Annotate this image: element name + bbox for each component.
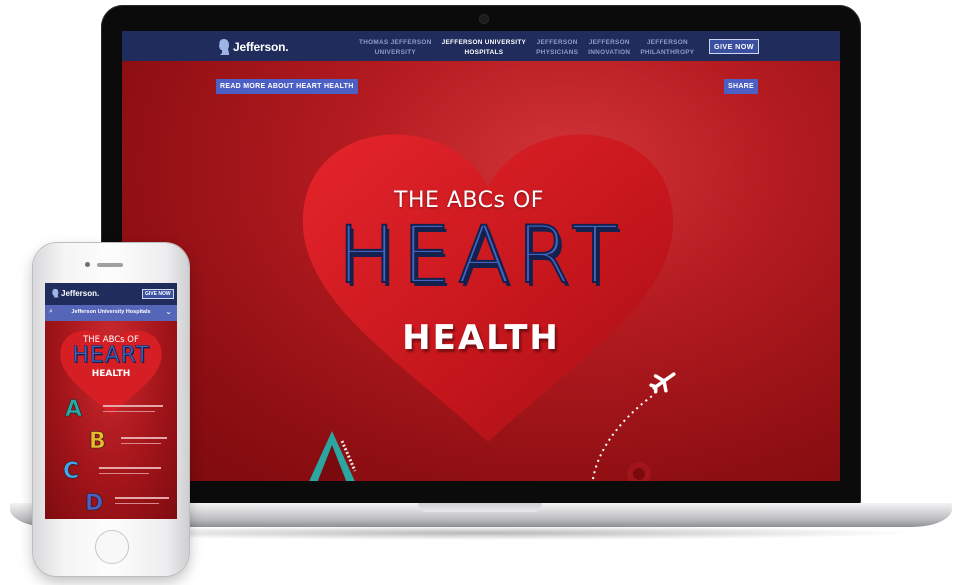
phone-jefferson-logo[interactable]: Jefferson. xyxy=(51,288,99,299)
jefferson-head-icon xyxy=(52,288,59,298)
phone-logo-text: Jefferson. xyxy=(61,289,100,298)
phone-text-line xyxy=(103,405,163,407)
phone-text-line xyxy=(115,497,169,499)
read-more-button[interactable]: READ MORE ABOUT HEART HEALTH xyxy=(216,79,358,94)
phone-title-heart: HEART xyxy=(72,343,150,369)
give-now-button[interactable]: GIVE NOW xyxy=(709,39,759,54)
phone-home-button[interactable] xyxy=(95,530,129,564)
jefferson-head-icon xyxy=(218,39,230,55)
top-navigation: Jefferson. THOMAS JEFFERSON UNIVERSITY J… xyxy=(122,31,840,61)
phone-menu-bar[interactable]: ⌕ Jefferson University Hospitals ⌄ xyxy=(45,305,177,321)
laptop-screen: Jefferson. THOMAS JEFFERSON UNIVERSITY J… xyxy=(122,31,840,481)
phone-screen: Jefferson. GIVE NOW ⌕ Jefferson Universi… xyxy=(45,283,177,519)
phone-text-line xyxy=(115,503,159,504)
airplane-icon xyxy=(591,372,676,481)
phone-text-line xyxy=(103,411,155,412)
phone-text-line xyxy=(99,473,149,474)
phone-text-line xyxy=(99,467,161,469)
nav-item-jefferson-physicians[interactable]: JEFFERSON PHYSICIANS xyxy=(536,38,578,58)
letter-a-decoration xyxy=(309,431,357,481)
phone-top-navigation: Jefferson. GIVE NOW xyxy=(45,283,177,305)
nav-item-jefferson-philanthropy[interactable]: JEFFERSON PHILANTHROPY xyxy=(640,38,694,58)
hero-title-heart: HEART xyxy=(336,210,625,302)
phone-letter-c: C xyxy=(63,459,80,485)
hero-title-health: HEALTH xyxy=(402,318,560,358)
phone-give-now-button[interactable]: GIVE NOW xyxy=(142,289,174,299)
phone-letter-b: B xyxy=(89,429,106,455)
phone-letter-a: A xyxy=(65,397,83,423)
share-button[interactable]: SHARE xyxy=(724,79,759,94)
phone-speaker xyxy=(97,263,123,267)
nav-item-jefferson-university-hospitals[interactable]: JEFFERSON UNIVERSITY HOSPITALS xyxy=(442,38,526,58)
logo-text: Jefferson. xyxy=(233,39,289,54)
phone-title-health: HEALTH xyxy=(91,369,131,379)
phone-camera xyxy=(85,262,90,267)
chevron-down-icon[interactable]: ⌄ xyxy=(165,307,172,316)
phone-letter-d: D xyxy=(85,491,104,517)
jefferson-logo[interactable]: Jefferson. xyxy=(217,38,289,55)
nav-menu: THOMAS JEFFERSON UNIVERSITY JEFFERSON UN… xyxy=(359,38,704,58)
ribbon-decoration xyxy=(627,462,651,481)
phone-text-line xyxy=(121,443,161,444)
nav-item-jefferson-innovation[interactable]: JEFFERSON INNOVATION xyxy=(588,38,630,58)
laptop-camera xyxy=(479,14,489,24)
laptop-hinge-notch xyxy=(418,503,542,512)
phone-text-line xyxy=(121,437,167,439)
nav-item-thomas-jefferson-university[interactable]: THOMAS JEFFERSON UNIVERSITY xyxy=(359,38,432,58)
hero-title-line1: THE ABCs OF xyxy=(394,188,544,213)
phone-menu-label: Jefferson University Hospitals xyxy=(71,309,151,315)
